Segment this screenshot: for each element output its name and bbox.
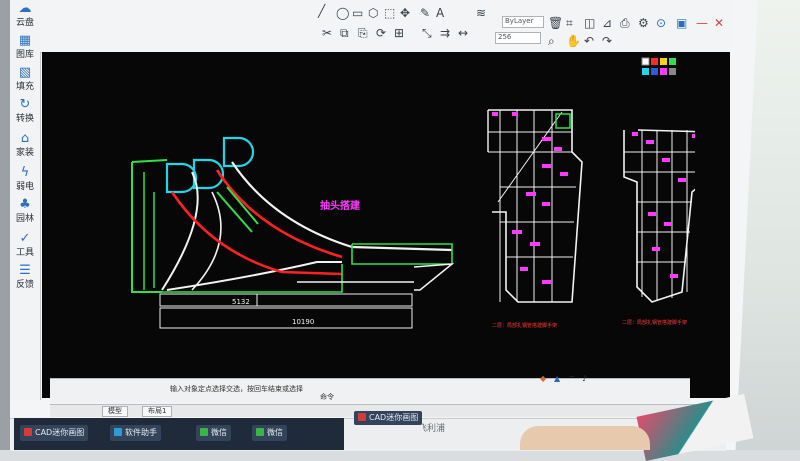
tray-icon[interactable]: ◆ (540, 374, 546, 383)
green-frame-line (131, 162, 162, 293)
tool-fill[interactable]: ▧ 填充 (10, 66, 40, 92)
print-icon[interactable]: ⎙ (620, 16, 630, 31)
garden-icon: ♣ (19, 197, 31, 212)
layer-select[interactable]: ByLayer (502, 16, 544, 28)
rotate-tool-icon[interactable]: ⟳ (376, 26, 386, 40)
library-icon: ▦ (18, 33, 32, 48)
white-wedge (413, 263, 455, 291)
pencil-tool-icon[interactable]: ✎ (420, 6, 430, 20)
text-tool-icon[interactable]: A (436, 6, 444, 20)
hatch-tool-icon[interactable]: ⬚ (384, 6, 395, 20)
taskbar-app-wechat[interactable]: 微信 (252, 425, 287, 441)
middle-drawing: 二层：局部扎钢管搭建脚手架 (487, 109, 583, 329)
cad-drawing: 5132 10190 抽头搭建 二层：局部扎钢管搭建脚手架 二层：局部扎钢管搭建… (131, 96, 742, 329)
palette-swatches (641, 57, 676, 75)
tool-convert[interactable]: ↻ 转换 (10, 98, 40, 124)
taskbar: CAD迷你画图 软件助手 微信 微信 (14, 418, 344, 450)
match-icon[interactable]: ⌗ (566, 16, 573, 31)
system-tray: ◆ ▲ ⌔ ♪ (540, 372, 690, 386)
note-left: 二层：局部扎钢管搭建脚手架 (492, 322, 557, 329)
cad-app-icon (24, 428, 32, 436)
snap-icon[interactable]: ⊙ (656, 16, 666, 30)
tab-model[interactable]: 模型 (102, 406, 128, 417)
taskbar-app-cad[interactable]: CAD迷你画图 (20, 425, 89, 441)
trim-tool-icon[interactable]: ✂ (322, 26, 332, 40)
tool-cloud[interactable]: ☁ 云盘 (10, 2, 40, 28)
canvas-right-edge (695, 52, 730, 398)
scale-tool-icon[interactable]: ⤡ (422, 26, 432, 41)
circle-tool-icon[interactable]: ◯ (336, 6, 349, 20)
grid-icon[interactable]: ▣ (676, 16, 687, 30)
home-decor-icon: ⌂ (20, 131, 30, 146)
title-annotation: 抽头搭建 (320, 199, 361, 212)
line-tool-icon[interactable]: ╱ (318, 4, 325, 18)
convert-icon: ↻ (19, 97, 31, 112)
drawing-canvas[interactable]: 5132 10190 抽头搭建 二层：局部扎钢管搭建脚手架 二层：局部扎钢管搭建… (42, 52, 742, 398)
redo-icon[interactable]: ↷ (602, 34, 612, 48)
polygon-tool-icon[interactable]: ⬡ (368, 6, 378, 20)
low-voltage-icon: ϟ (20, 165, 30, 180)
copy-tool-icon[interactable]: ⎘ (358, 26, 368, 41)
green-frame-top (131, 159, 168, 163)
tool-low-voltage[interactable]: ϟ 弱电 (10, 166, 40, 192)
rect-tool-icon[interactable]: ▭ (352, 6, 363, 20)
tools-icon: ✓ (19, 231, 31, 246)
green-marker (555, 113, 571, 129)
feedback-icon: ☰ (19, 263, 31, 278)
note-right: 二层：局部扎钢管搭建脚手架 (622, 319, 687, 326)
helper-app-icon (114, 428, 122, 436)
layer-icon[interactable]: ≋ (476, 6, 486, 20)
command-prompt: 输入对象定点选择交选，按回车结束或选择 (170, 385, 303, 393)
tool-library[interactable]: ▦ 图库 (10, 34, 40, 60)
fill-icon: ▧ (18, 65, 32, 80)
wifi-icon[interactable]: ⌔ (568, 374, 576, 384)
dimension-tool-icon[interactable]: ↔ (458, 26, 468, 40)
cad-app-icon (358, 413, 366, 421)
tool-tools[interactable]: ✓ 工具 (10, 232, 40, 258)
command-status: 命令 (320, 393, 334, 401)
move-tool-icon[interactable]: ✥ (400, 6, 410, 20)
wechat-app-icon (200, 428, 208, 436)
close-icon[interactable]: ✕ (714, 16, 724, 30)
minimize-icon[interactable]: — (696, 16, 708, 30)
color-palette[interactable] (640, 56, 686, 86)
left-drawing: 5132 10190 抽头搭建 (131, 136, 455, 329)
tab-layout1[interactable]: 布局1 (142, 406, 173, 417)
magenta-markers (492, 112, 568, 284)
plan-outline (488, 109, 583, 303)
left-toolbar: ☁ 云盘 ▦ 图库 ▧ 填充 ↻ 转换 ⌂ 家装 ϟ 弱电 ♣ 园林 ✓ 工具 … (10, 0, 41, 400)
green-diagonal (226, 186, 259, 225)
tool-garden[interactable]: ♣ 园林 (10, 198, 40, 224)
dimension-box (159, 307, 413, 329)
block-icon[interactable]: ◫ (584, 16, 595, 30)
wechat-app-icon (256, 428, 264, 436)
cloud-icon: ☁ (18, 1, 32, 16)
tool-home-decor[interactable]: ⌂ 家装 (10, 132, 40, 158)
white-curve (166, 261, 342, 291)
mirror-tool-icon[interactable]: ⧉ (340, 26, 349, 41)
pan-icon[interactable]: ✋ (566, 34, 581, 48)
taskbar-app-cad-active[interactable]: CAD迷你画图 (354, 411, 423, 425)
array-tool-icon[interactable]: ⊞ (394, 26, 404, 40)
lineweight-select[interactable]: 256 (495, 32, 541, 44)
taskbar-app-wechat[interactable]: 微信 (196, 425, 231, 441)
delete-icon[interactable]: 🗑 (548, 16, 563, 30)
zoom-icon[interactable]: ⌕ (548, 34, 555, 49)
ribbon-toolbar: ╱ ◯ ▭ ⬡ ⬚ ✥ ✎ A ✂ ⧉ ⎘ ⟳ ⊞ ⤡ ⇉ ↔ ≋ ByLaye… (40, 0, 730, 53)
dimension-5132: 5132 (232, 298, 250, 306)
cyan-column (165, 162, 198, 194)
dimension-box (159, 293, 413, 307)
monitor-brand: 飞利浦 (418, 424, 446, 434)
offset-tool-icon[interactable]: ⇉ (440, 26, 450, 40)
undo-icon[interactable]: ↶ (584, 34, 594, 48)
tool-feedback[interactable]: ☰ 反馈 (10, 264, 40, 290)
hand-in-foreground (520, 426, 650, 450)
cyan-column (222, 136, 255, 168)
tray-icon[interactable]: ▲ (554, 374, 560, 383)
volume-icon[interactable]: ♪ (582, 374, 587, 383)
dimension-10190: 10190 (292, 318, 314, 326)
taskbar-app-helper[interactable]: 软件助手 (110, 425, 161, 441)
settings-icon[interactable]: ⚙ (638, 16, 649, 30)
measure-icon[interactable]: ⊿ (602, 16, 612, 30)
